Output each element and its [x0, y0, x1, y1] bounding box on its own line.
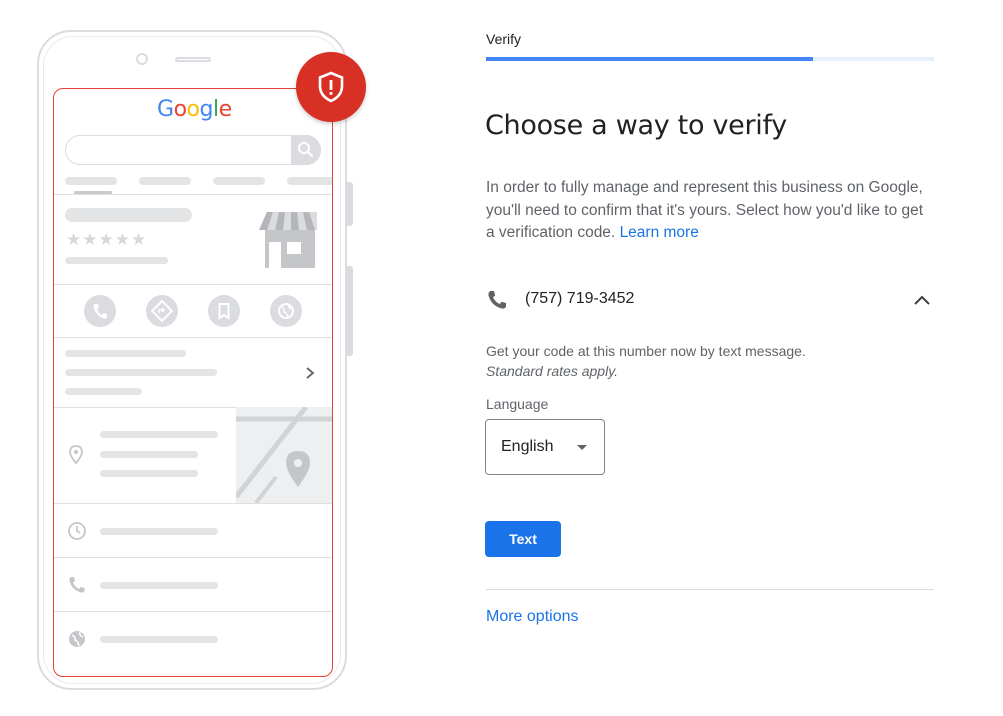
directions-action: [146, 295, 178, 327]
placeholder-tab: [213, 177, 265, 185]
phone-screen: Google ★★★★★: [53, 88, 333, 677]
google-logo: Google: [157, 97, 232, 122]
placeholder-line: [100, 431, 218, 438]
placeholder-line: [100, 470, 198, 477]
divider: [54, 194, 332, 195]
security-badge: [296, 52, 366, 122]
search-icon: [298, 142, 313, 157]
placeholder-tab: [287, 177, 332, 185]
language-label: Language: [486, 396, 549, 412]
page-title: Choose a way to verify: [485, 110, 787, 141]
call-action: [84, 295, 116, 327]
rates-note: Standard rates apply.: [486, 363, 619, 379]
progress-bar-fill: [486, 57, 814, 61]
placeholder-line: [100, 528, 218, 535]
language-value: English: [501, 438, 554, 455]
phone-power-button: [347, 266, 353, 356]
bookmark-icon: [218, 303, 230, 320]
chevron-right-icon: [306, 367, 315, 379]
placeholder-title: [65, 208, 192, 222]
more-options-link[interactable]: More options: [486, 608, 579, 626]
divider: [54, 557, 332, 558]
step-label: Verify: [486, 31, 522, 47]
website-action: [270, 295, 302, 327]
storefront-icon: [259, 212, 317, 268]
clock-icon: [68, 522, 86, 540]
location-pin-icon: [69, 445, 83, 465]
phone-volume-button: [347, 182, 353, 226]
placeholder-line: [65, 388, 142, 395]
dropdown-arrow-icon: [577, 445, 587, 450]
learn-more-link[interactable]: Learn more: [620, 224, 699, 241]
divider: [486, 589, 934, 590]
divider: [54, 284, 332, 285]
divider: [54, 337, 332, 338]
description: In order to fully manage and represent t…: [486, 177, 926, 245]
save-action: [208, 295, 240, 327]
text-button[interactable]: Text: [485, 521, 561, 557]
mock-search-bar: [65, 135, 321, 165]
phone-icon: [69, 577, 85, 593]
verification-page: Google ★★★★★ Verify Choose a way to veri…: [0, 0, 1003, 716]
hint-text: Get your code at this number now by text…: [486, 343, 806, 359]
phone-illustration: Google ★★★★★: [37, 30, 353, 690]
divider: [54, 611, 332, 612]
phone-icon: [488, 291, 506, 309]
shield-alert-icon: [318, 71, 344, 103]
phone-camera: [136, 53, 148, 65]
verification-hint: Get your code at this number now by text…: [486, 341, 806, 381]
placeholder-line: [65, 369, 217, 376]
placeholder-tab: [139, 177, 191, 185]
phone-speaker: [175, 57, 211, 62]
progress-bar: [486, 57, 934, 61]
placeholder-line: [100, 451, 198, 458]
placeholder-line: [65, 257, 168, 264]
map-icon: [236, 407, 332, 503]
chevron-up-icon[interactable]: [912, 291, 932, 309]
placeholder-tab: [65, 177, 117, 185]
directions-icon: [150, 299, 174, 323]
globe-icon: [278, 303, 294, 319]
phone-icon: [93, 304, 107, 319]
rating-stars: ★★★★★: [66, 230, 148, 249]
placeholder-line: [65, 350, 186, 357]
phone-number: (757) 719-3452: [525, 290, 635, 307]
map-thumbnail: [236, 407, 332, 503]
description-text: In order to fully manage and represent t…: [486, 179, 924, 241]
globe-icon: [69, 631, 85, 647]
mock-search-button: [291, 135, 321, 165]
placeholder-line: [100, 582, 218, 589]
placeholder-line: [100, 636, 218, 643]
language-select[interactable]: English: [485, 419, 605, 475]
divider: [54, 503, 332, 504]
